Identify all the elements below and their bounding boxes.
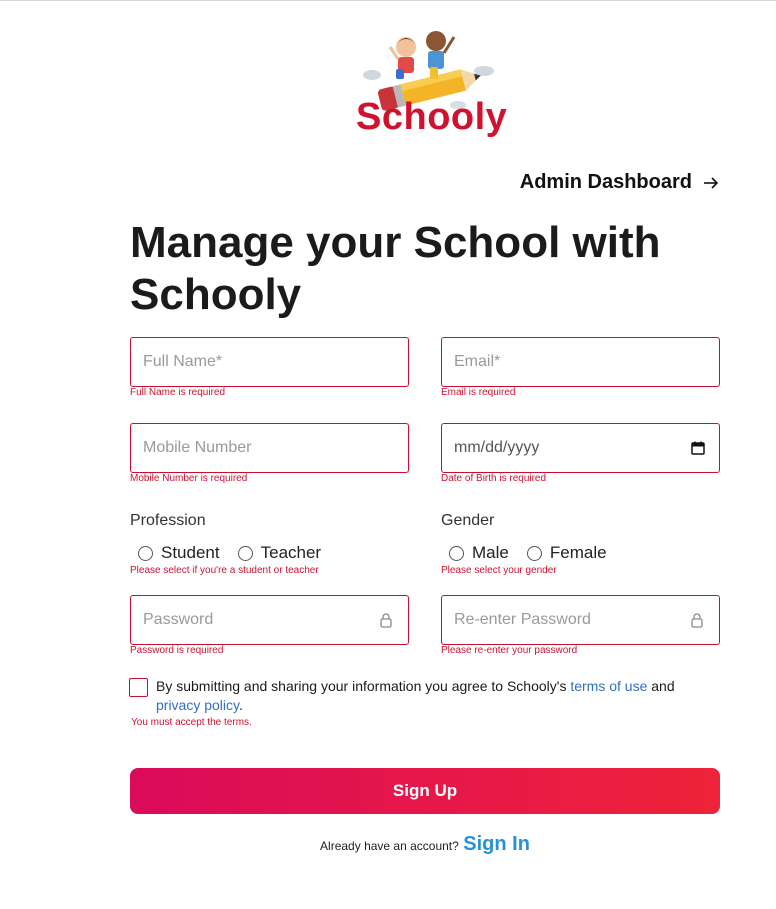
terms-error: You must accept the terms. xyxy=(131,717,252,728)
gender-radio-group: Male Female xyxy=(449,543,625,563)
profession-radio-group: Student Teacher xyxy=(138,543,339,563)
profession-label: Profession xyxy=(130,512,206,529)
full-name-error: Full Name is required xyxy=(130,387,226,398)
password-input[interactable] xyxy=(131,596,408,644)
mobile-input[interactable] xyxy=(131,424,408,472)
gender-option-label: Female xyxy=(549,543,607,562)
gender-label: Gender xyxy=(441,512,495,529)
date-of-birth-placeholder: mm/dd/yyyy xyxy=(454,439,540,456)
profession-option-student[interactable]: Student xyxy=(138,543,220,563)
terms-text: By submitting and sharing your informati… xyxy=(156,677,719,715)
mobile-field[interactable] xyxy=(130,423,409,473)
sign-up-button[interactable]: Sign Up xyxy=(130,768,720,814)
confirm-password-input[interactable] xyxy=(442,596,719,644)
heading-line-1: Manage your School with xyxy=(130,218,661,267)
terms-of-use-link[interactable]: terms of use xyxy=(570,678,647,694)
lock-icon xyxy=(380,613,392,628)
terms-row: By submitting and sharing your informati… xyxy=(129,677,719,715)
date-of-birth-error: Date of Birth is required xyxy=(441,473,547,484)
terms-checkbox[interactable] xyxy=(129,678,148,697)
admin-dashboard-link[interactable]: Admin Dashboard xyxy=(520,171,720,194)
terms-text-before: By submitting and sharing your informati… xyxy=(156,678,571,694)
sign-in-prompt: Already have an account? xyxy=(320,839,459,853)
brand-wordmark: Schooly xyxy=(356,96,508,138)
profession-option-label: Student xyxy=(161,543,220,562)
calendar-icon[interactable] xyxy=(691,441,705,455)
heading-line-2: Schooly xyxy=(130,270,302,319)
gender-error: Please select your gender xyxy=(441,565,557,576)
terms-text-after: . xyxy=(239,697,243,713)
full-name-input[interactable] xyxy=(131,338,408,386)
privacy-policy-link[interactable]: privacy policy xyxy=(156,697,239,713)
admin-dashboard-label: Admin Dashboard xyxy=(519,171,692,193)
profession-error: Please select if you're a student or tea… xyxy=(130,565,319,576)
date-of-birth-field[interactable]: mm/dd/yyyy xyxy=(441,423,720,473)
confirm-password-field[interactable] xyxy=(441,595,720,645)
full-name-field[interactable] xyxy=(130,337,409,387)
radio-button[interactable] xyxy=(237,545,253,561)
radio-button[interactable] xyxy=(449,545,464,561)
email-field[interactable] xyxy=(441,337,720,387)
sign-in-row: Already have an account? Sign In xyxy=(0,833,776,856)
terms-text-mid: and xyxy=(647,678,675,694)
email-input[interactable] xyxy=(442,338,719,386)
password-field[interactable] xyxy=(130,595,409,645)
page-heading: Manage your School with Schooly xyxy=(130,217,730,321)
sign-in-link[interactable]: Sign In xyxy=(463,833,530,855)
profession-option-teacher[interactable]: Teacher xyxy=(237,543,322,563)
gender-option-female[interactable]: Female xyxy=(526,543,607,563)
email-error: Email is required xyxy=(441,387,516,398)
brand-logo: Schooly xyxy=(356,27,508,141)
confirm-password-error: Please re-enter your password xyxy=(441,645,578,656)
radio-button[interactable] xyxy=(138,545,153,561)
gender-option-male[interactable]: Male xyxy=(449,543,509,563)
lock-icon xyxy=(691,613,703,628)
profession-option-label: Teacher xyxy=(260,543,322,562)
password-error: Password is required xyxy=(130,645,224,656)
gender-option-label: Male xyxy=(472,543,509,562)
radio-button[interactable] xyxy=(526,545,542,561)
mobile-error: Mobile Number is required xyxy=(130,473,248,484)
arrow-right-icon xyxy=(704,176,719,189)
